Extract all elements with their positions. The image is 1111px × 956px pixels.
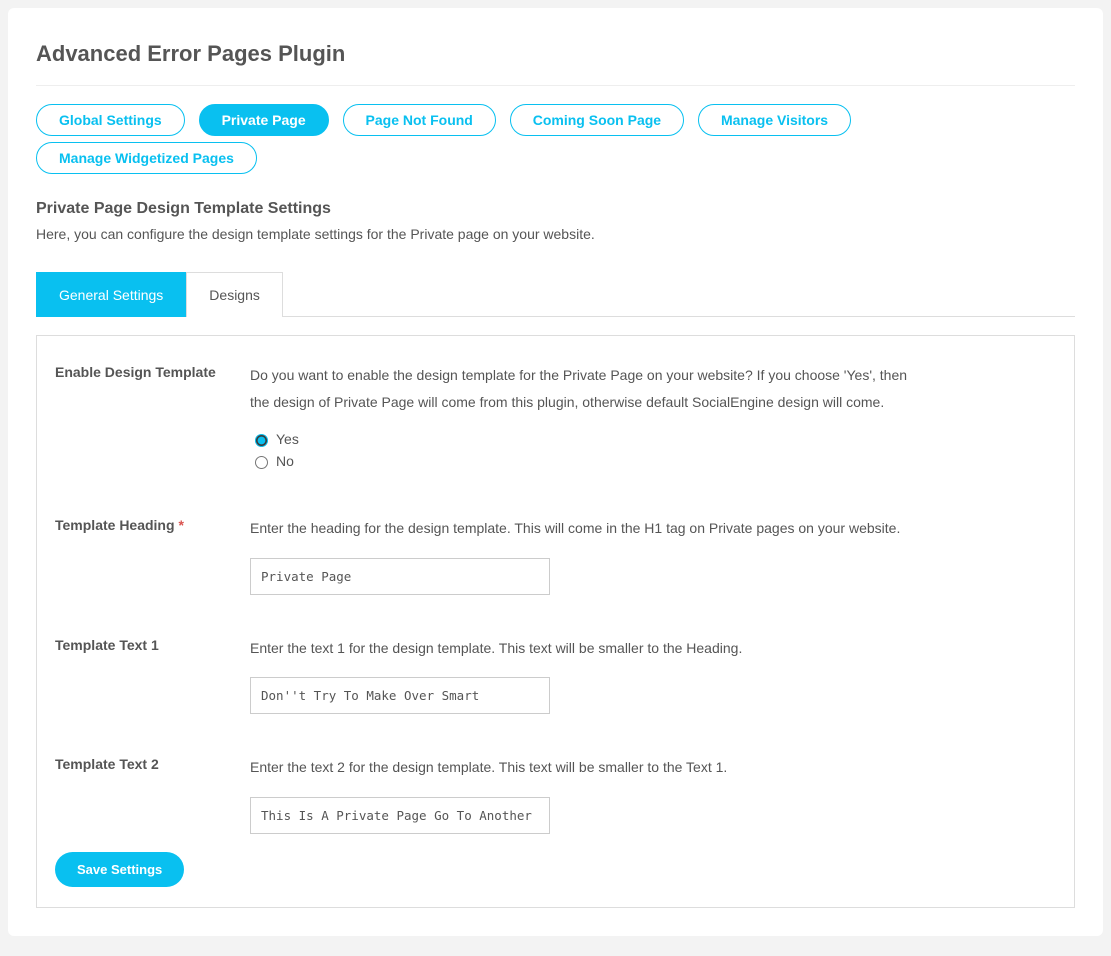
radio-label-no: No [276,453,294,469]
label-template-heading: Template Heading * [55,515,250,595]
radio-line-no: No [250,453,1056,469]
sub-tabs: General Settings Designs [36,272,1075,317]
radio-enable-yes[interactable] [255,434,268,447]
help-template-heading: Enter the heading for the design templat… [250,515,910,542]
label-enable-design-template: Enable Design Template [55,362,250,475]
help-enable-design-template: Do you want to enable the design templat… [250,362,910,415]
help-template-text-2: Enter the text 2 for the design template… [250,754,910,781]
field-template-text-1: Template Text 1 Enter the text 1 for the… [55,635,1056,715]
tab-manage-visitors[interactable]: Manage Visitors [698,104,851,136]
section-description: Here, you can configure the design templ… [36,226,1075,242]
field-template-text-2: Template Text 2 Enter the text 2 for the… [55,754,1056,834]
input-template-text-2[interactable] [250,797,550,834]
section-title: Private Page Design Template Settings [36,200,1075,218]
radio-line-yes: Yes [250,431,1056,447]
settings-panel: Advanced Error Pages Plugin Global Setti… [8,8,1103,936]
label-template-text-1: Template Text 1 [55,635,250,715]
main-tabs: Global Settings Private Page Page Not Fo… [36,104,1075,180]
radio-enable-no[interactable] [255,456,268,469]
subtab-designs[interactable]: Designs [186,272,283,317]
tab-coming-soon-page[interactable]: Coming Soon Page [510,104,684,136]
input-template-heading[interactable] [250,558,550,595]
page-title: Advanced Error Pages Plugin [36,41,1075,67]
input-template-text-1[interactable] [250,677,550,714]
label-template-text-2: Template Text 2 [55,754,250,834]
form-box: Enable Design Template Do you want to en… [36,335,1075,908]
tab-page-not-found[interactable]: Page Not Found [343,104,496,136]
tab-private-page[interactable]: Private Page [199,104,329,136]
required-marker: * [178,517,183,533]
field-template-heading: Template Heading * Enter the heading for… [55,515,1056,595]
tab-manage-widgetized-pages[interactable]: Manage Widgetized Pages [36,142,257,174]
tab-global-settings[interactable]: Global Settings [36,104,185,136]
save-button[interactable]: Save Settings [55,852,184,887]
divider [36,85,1075,86]
help-template-text-1: Enter the text 1 for the design template… [250,635,910,662]
radio-label-yes: Yes [276,431,299,447]
field-enable-design-template: Enable Design Template Do you want to en… [55,362,1056,475]
subtab-general-settings[interactable]: General Settings [36,272,186,317]
